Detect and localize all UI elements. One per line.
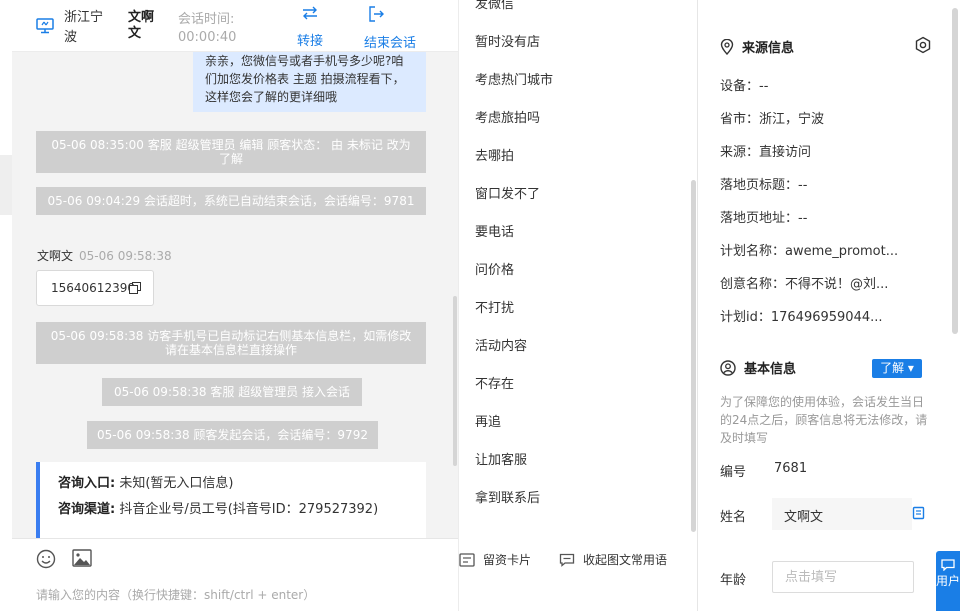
chat-panel: 浙江宁波 文啊文 会话时间: 00:00:40 转接 结束会话 亲亲，您微信号或… <box>0 0 458 611</box>
quick-reply-panel: 发微信 暂时没有店 考虑热门城市 考虑旅拍吗 去哪拍 窗口发不了 要电话 问价格… <box>458 0 698 611</box>
copy-icon[interactable] <box>912 506 926 524</box>
visitor-name: 文啊文 <box>128 10 155 41</box>
system-message: 05-06 09:58:38 客服 超级管理员 接入会话 <box>102 378 362 406</box>
consult-info-card: 咨询入口: 未知(暂无入口信息) 咨询渠道: 抖音企业号/员工号(抖音号ID：2… <box>36 462 426 538</box>
device-info: 设备：-- <box>720 79 769 94</box>
message-icon <box>941 559 955 574</box>
quick-reply-item[interactable]: 让加客服 <box>475 449 527 468</box>
copy-icon[interactable] <box>129 282 141 297</box>
exit-icon <box>368 6 412 26</box>
message-input[interactable] <box>36 583 446 607</box>
landing-page-title-info: 落地页标题：-- <box>720 178 808 193</box>
quick-reply-item[interactable]: 不打扰 <box>475 297 514 316</box>
chat-header: 浙江宁波 文啊文 会话时间: 00:00:40 转接 结束会话 <box>12 0 458 52</box>
name-field[interactable]: 文啊文 <box>772 498 925 530</box>
user-side-tab-label: 用户 <box>936 574 960 588</box>
quick-reply-item[interactable]: 窗口发不了 <box>475 183 540 202</box>
plan-name-info: 计划名称：aweme_promot... <box>720 244 899 259</box>
quick-reply-item[interactable]: 拿到联系后 <box>475 487 540 506</box>
transfer-label: 转接 <box>296 34 323 49</box>
chat-input-area <box>12 538 458 611</box>
agent-message-bubble: 亲亲，您微信号或者手机号多少呢?咱们加您发价格表 主题 拍摄流程看下，这样您会了… <box>193 52 426 112</box>
info-panel-scrollbar[interactable] <box>952 8 958 334</box>
caret-down-icon: ▾ <box>907 361 914 375</box>
channel-value: 抖音企业号/员工号(抖音号ID：279527392) <box>119 502 379 517</box>
quick-reply-item[interactable]: 要电话 <box>475 221 514 240</box>
customer-status-label: 了解 <box>880 361 905 375</box>
quick-reply-item[interactable]: 活动内容 <box>475 335 527 354</box>
quick-reply-item[interactable]: 问价格 <box>475 259 514 278</box>
end-session-label: 结束会话 <box>363 36 416 51</box>
chat-bubble-icon <box>559 553 583 567</box>
user-side-tab[interactable]: 用户 <box>936 551 960 611</box>
transfer-icon <box>302 6 318 24</box>
visitor-location: 浙江宁波 <box>64 10 104 45</box>
name-value: 文啊文 <box>784 510 824 525</box>
session-time-value: 00:00:40 <box>178 30 237 45</box>
lead-card-label: 留资卡片 <box>483 553 532 567</box>
creative-name-info: 创意名称：不得不说！@刘... <box>720 277 889 292</box>
user-circle-icon <box>720 360 744 377</box>
age-label: 年龄 <box>720 573 747 588</box>
end-session-button[interactable]: 结束会话 <box>358 6 422 51</box>
system-message: 05-06 08:35:00 客服 超级管理员 编辑 顾客状态： 由 未标记 改… <box>36 131 426 173</box>
landing-page-url-info: 落地页地址：-- <box>720 211 808 226</box>
age-input[interactable] <box>772 561 914 593</box>
plan-id-info: 计划id：176496959044... <box>720 310 883 325</box>
location-pin-icon <box>720 38 742 56</box>
visitor-info-panel: 来源信息 设备：-- 省市：浙江，宁波 来源：直接访问 落地页标题：-- 落地页… <box>698 0 960 611</box>
message-timestamp: 05-06 09:58:38 <box>79 249 172 263</box>
id-value: 7681 <box>774 461 808 476</box>
id-label: 编号 <box>720 465 747 480</box>
quick-reply-item[interactable]: 去哪拍 <box>475 145 514 164</box>
emoji-icon[interactable] <box>36 549 56 573</box>
system-message: 05-06 09:04:29 会话超时，系统已自动结束会话，会话编号：9781 <box>36 187 426 215</box>
settings-icon[interactable] <box>914 36 932 58</box>
chat-scrollbar[interactable] <box>453 296 457 466</box>
visitor-message-header: 文啊文 05-06 09:58:38 <box>37 247 172 264</box>
lead-card-button[interactable]: 留资卡片 <box>459 551 531 568</box>
phone-number: 15640612390 <box>51 281 135 295</box>
quick-reply-footer: 留资卡片 收起图文常用语 <box>459 538 699 611</box>
basic-info-title: 基本信息 <box>720 358 796 377</box>
chat-message-list[interactable]: 亲亲，您微信号或者手机号多少呢?咱们加您发价格表 主题 拍摄流程看下，这样您会了… <box>12 52 458 538</box>
collapse-phrases-button[interactable]: 收起图文常用语 <box>559 551 667 568</box>
entry-label: 咨询入口: <box>58 476 116 491</box>
quick-reply-item[interactable]: 考虑热门城市 <box>475 69 553 88</box>
quick-reply-item[interactable]: 不存在 <box>475 373 514 392</box>
name-label: 姓名 <box>720 510 747 525</box>
transfer-button[interactable]: 转接 <box>290 6 330 49</box>
entry-value: 未知(暂无入口信息) <box>119 476 234 491</box>
phone-number-card[interactable]: 15640612390 <box>36 270 154 306</box>
image-icon[interactable] <box>72 549 92 571</box>
quick-reply-scrollbar[interactable] <box>691 180 696 532</box>
quick-reply-item[interactable]: 发微信 <box>475 0 514 12</box>
sender-name: 文啊文 <box>37 249 74 263</box>
quick-reply-item[interactable]: 考虑旅拍吗 <box>475 107 540 126</box>
left-strip <box>0 155 12 215</box>
session-time-label: 会话时间: <box>178 12 235 27</box>
system-message: 05-06 09:58:38 顾客发起会话，会话编号：9792 <box>87 421 378 449</box>
source-channel-info: 来源：直接访问 <box>720 145 812 160</box>
system-message: 05-06 09:58:38 访客手机号已自动标记右侧基本信息栏，如需修改请在基… <box>36 322 426 364</box>
source-info-title: 来源信息 <box>720 37 794 56</box>
edit-notice: 为了保障您的使用体验，会话发生当日的24点之后，顾客信息将无法修改，请及时填写 <box>720 395 928 445</box>
collapse-phrases-label: 收起图文常用语 <box>583 553 668 567</box>
quick-reply-item[interactable]: 再追 <box>475 411 501 430</box>
channel-label: 咨询渠道: <box>58 502 116 517</box>
customer-status-dropdown[interactable]: 了解 ▾ <box>872 359 922 378</box>
quick-reply-item[interactable]: 暂时没有店 <box>475 31 540 50</box>
quick-reply-list[interactable]: 发微信 暂时没有店 考虑热门城市 考虑旅拍吗 去哪拍 窗口发不了 要电话 问价格… <box>459 0 691 538</box>
monitor-icon <box>36 18 54 38</box>
province-city-info: 省市：浙江，宁波 <box>720 112 825 127</box>
card-icon <box>459 553 483 567</box>
